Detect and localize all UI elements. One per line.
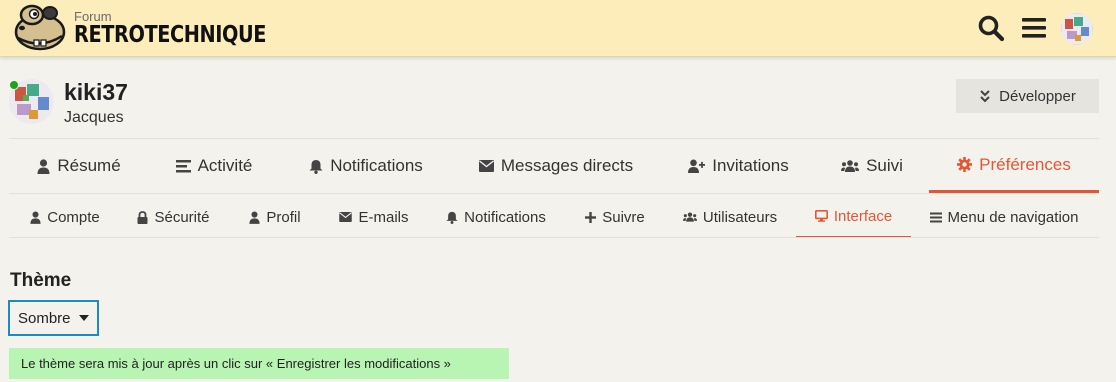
brand-title[interactable]: RETROTECHNIQUE — [74, 22, 266, 48]
search-button[interactable] — [977, 14, 1005, 42]
desktop-icon — [814, 210, 828, 222]
subtab-follow[interactable]: Suivre — [578, 196, 652, 238]
tab-notifications-label: Notifications — [330, 156, 423, 175]
tab-summary-label: Résumé — [57, 156, 121, 175]
subtab-interface-label: Interface — [833, 207, 893, 225]
tab-invitations-label: Invitations — [712, 156, 789, 175]
online-status-indicator — [9, 80, 19, 90]
subtab-account[interactable]: Compte — [20, 196, 110, 238]
tab-activity[interactable]: Activité — [165, 139, 263, 193]
bell-icon — [309, 159, 323, 174]
expand-profile-label: Développer — [999, 87, 1076, 105]
search-icon — [978, 15, 1005, 42]
theme-dropdown-value: Sombre — [18, 309, 71, 327]
subtab-users-label: Utilisateurs — [702, 208, 778, 226]
subtab-notifications[interactable]: Notifications — [440, 196, 552, 238]
tab-preferences[interactable]: Préférences — [929, 139, 1099, 193]
divider — [9, 237, 1099, 238]
subtab-emails[interactable]: E-mails — [332, 196, 416, 238]
caret-down-icon — [78, 315, 89, 321]
header-avatar[interactable] — [1061, 13, 1093, 45]
theme-section-title: Thème — [10, 270, 72, 291]
tab-direct-messages-label: Messages directs — [500, 156, 634, 175]
user-icon — [37, 158, 50, 174]
subtab-security[interactable]: Sécurité — [130, 196, 217, 238]
envelope-icon — [339, 212, 353, 222]
subtab-notifications-label: Notifications — [464, 208, 546, 226]
subtab-profile-label: Profil — [266, 208, 301, 226]
tab-preferences-label: Préférences — [979, 154, 1071, 174]
users-icon — [841, 160, 860, 172]
subtab-interface[interactable]: Interface — [796, 196, 911, 238]
double-chevron-down-icon — [980, 90, 990, 103]
theme-notice: Le thème sera mis à jour après un clic s… — [9, 348, 509, 379]
tab-invitations[interactable]: Invitations — [676, 139, 801, 193]
user-plus-icon — [688, 159, 706, 173]
subtab-follow-label: Suivre — [602, 208, 645, 226]
envelope-icon — [478, 160, 494, 172]
bars-icon — [929, 212, 942, 222]
username: kiki37 — [64, 79, 128, 105]
gear-icon — [957, 157, 973, 172]
subtab-navigation-menu[interactable]: Menu de navigation — [924, 196, 1084, 238]
subtab-emails-label: E-mails — [358, 208, 409, 226]
list-icon — [175, 160, 191, 173]
expand-profile-button[interactable]: Développer — [956, 79, 1099, 113]
subtab-users[interactable]: Utilisateurs — [676, 196, 784, 238]
avatar-image — [1061, 13, 1093, 45]
menu-button[interactable] — [1020, 14, 1048, 42]
hippo-logo-icon[interactable] — [10, 4, 68, 52]
site-header: Forum RETROTECHNIQUE — [0, 0, 1116, 57]
user-icon — [249, 210, 260, 224]
bell-icon — [446, 211, 458, 224]
tab-direct-messages[interactable]: Messages directs — [466, 139, 646, 193]
hamburger-menu-icon — [1022, 18, 1046, 38]
tab-following-label: Suivi — [866, 156, 903, 175]
tab-following[interactable]: Suivi — [830, 139, 914, 193]
theme-dropdown[interactable]: Sombre — [8, 300, 99, 336]
tab-activity-label: Activité — [197, 156, 253, 175]
theme-notice-text: Le thème sera mis à jour après un clic s… — [21, 356, 451, 371]
tab-notifications[interactable]: Notifications — [296, 139, 436, 193]
lock-icon — [137, 210, 148, 224]
divider — [9, 193, 1099, 194]
users-icon — [682, 212, 697, 222]
tab-summary[interactable]: Résumé — [22, 139, 136, 193]
subtab-navigation-menu-label: Menu de navigation — [947, 208, 1079, 226]
subtab-profile[interactable]: Profil — [240, 196, 310, 238]
subtab-security-label: Sécurité — [154, 208, 210, 226]
real-name: Jacques — [64, 109, 124, 126]
user-icon — [30, 210, 41, 224]
plus-icon — [585, 211, 597, 223]
subtab-account-label: Compte — [47, 208, 100, 226]
